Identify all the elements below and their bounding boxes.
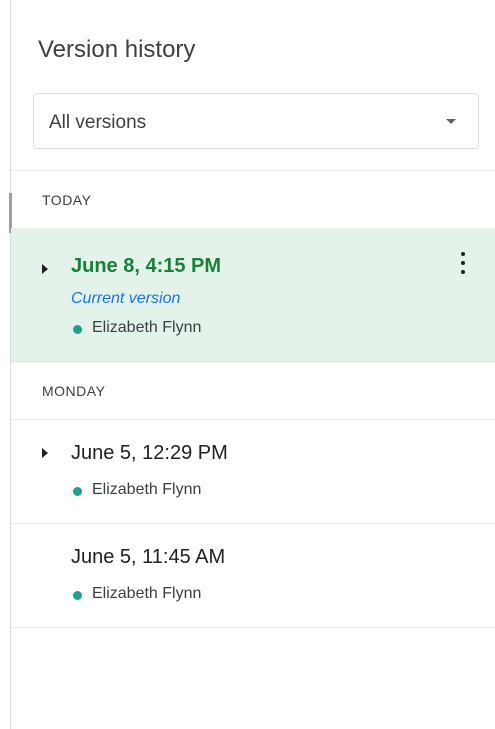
more-options-icon[interactable] (455, 250, 471, 280)
version-date: June 5, 11:45 AM (71, 546, 226, 568)
version-entry[interactable]: June 8, 4:15 PM Current version Elizabet… (11, 228, 495, 363)
group-label-today: TODAY (42, 192, 92, 208)
author-color-dot (73, 487, 82, 496)
version-date: June 5, 12:29 PM (71, 442, 228, 464)
current-version-label: Current version (71, 290, 181, 307)
version-date: June 8, 4:15 PM (71, 255, 222, 277)
expand-arrow-icon[interactable] (42, 264, 48, 274)
author-color-dot (73, 591, 82, 600)
version-entry[interactable]: June 5, 11:45 AM Elizabeth Flynn (11, 524, 495, 627)
group-label-monday: MONDAY (42, 383, 106, 399)
scroll-indicator[interactable] (9, 193, 12, 233)
dropdown-arrow-icon (446, 119, 456, 124)
version-author: Elizabeth Flynn (92, 585, 202, 602)
version-entry[interactable]: June 5, 12:29 PM Elizabeth Flynn (11, 420, 495, 523)
author-color-dot (73, 325, 82, 334)
version-author: Elizabeth Flynn (92, 481, 202, 498)
version-author: Elizabeth Flynn (92, 319, 202, 336)
expand-arrow-icon[interactable] (42, 448, 48, 458)
divider (11, 627, 495, 628)
panel-title: Version history (38, 36, 196, 63)
version-filter-dropdown[interactable]: All versions (33, 93, 479, 149)
version-filter-value: All versions (49, 112, 147, 133)
divider (11, 170, 495, 171)
